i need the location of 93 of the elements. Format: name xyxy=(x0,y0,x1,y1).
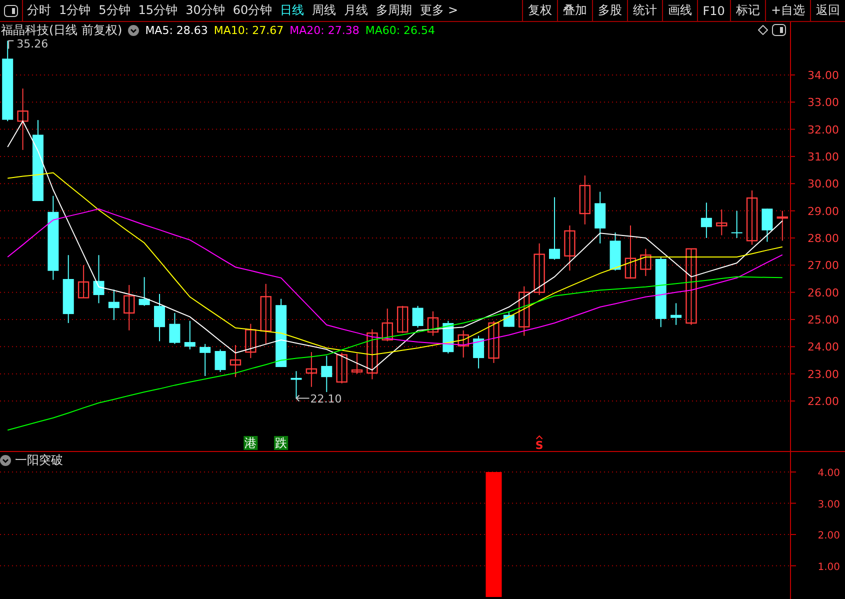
candlestick xyxy=(549,196,560,260)
candlestick xyxy=(306,352,318,388)
candlestick xyxy=(169,312,180,344)
candlestick xyxy=(579,174,590,225)
candlestick xyxy=(245,323,256,359)
axis-label: 33.00 xyxy=(808,96,839,110)
axis-label: 4.00 xyxy=(818,468,840,479)
legend-label: MA20: 27.38 xyxy=(290,24,360,36)
legend-label: MA10: 27.67 xyxy=(214,24,284,36)
candlestick xyxy=(321,355,332,393)
collapse-icon[interactable] xyxy=(0,454,11,466)
leader-line xyxy=(296,394,310,402)
axis-label: 30.00 xyxy=(808,178,839,191)
period-tab[interactable]: 周线 xyxy=(312,2,336,19)
candlestick xyxy=(184,320,196,350)
price-label: 22.10 xyxy=(310,392,342,406)
signal-tag: 港 xyxy=(244,436,258,450)
candlestick xyxy=(290,370,302,399)
period-tab[interactable]: 1分钟 xyxy=(59,2,91,19)
candlestick xyxy=(564,224,576,272)
candlestick xyxy=(382,308,393,342)
legend-label: MA5: 28.63 xyxy=(145,24,208,36)
candlestick xyxy=(93,254,104,304)
period-tab[interactable]: 30分钟 xyxy=(186,2,225,19)
axis-label: 2.00 xyxy=(818,530,840,542)
candlestick xyxy=(776,210,788,242)
axis-label: 26.00 xyxy=(808,286,839,300)
axis-label: 29.00 xyxy=(808,204,839,218)
candlestick xyxy=(230,344,242,378)
candlestick xyxy=(336,352,348,384)
candlestick xyxy=(108,289,120,321)
candlestick xyxy=(412,305,424,328)
legend-label: MA60: 26.54 xyxy=(365,24,436,36)
candlestick xyxy=(534,242,545,296)
period-tab[interactable]: 60分钟 xyxy=(232,2,272,19)
candlestick xyxy=(200,343,211,376)
candlestick xyxy=(670,302,682,326)
candlestick xyxy=(276,298,287,368)
candlestick xyxy=(594,191,606,244)
axis-label: 3.00 xyxy=(818,499,840,510)
candlestick xyxy=(473,335,484,369)
candlestick xyxy=(366,328,378,380)
leader-line xyxy=(8,40,14,50)
candlestick xyxy=(716,208,728,236)
price-label: 35.26 xyxy=(16,38,48,51)
axis-label: 27.00 xyxy=(808,259,839,272)
indicator-title: 一阳突破 xyxy=(15,452,63,468)
candlestick xyxy=(427,310,439,336)
period-tab[interactable]: 日线 xyxy=(280,2,304,19)
axis-label: 23.00 xyxy=(808,368,839,381)
axis-label: 1.00 xyxy=(818,562,840,573)
candlestick xyxy=(138,276,150,306)
candlestick xyxy=(458,330,469,358)
candlestick xyxy=(351,352,363,374)
period-tab[interactable]: 月线 xyxy=(344,2,368,19)
candlestick xyxy=(700,202,712,238)
period-tab[interactable]: 5分钟 xyxy=(98,2,130,19)
axis-label: 22.00 xyxy=(808,395,839,408)
axis-label: 32.00 xyxy=(808,123,839,136)
period-tab[interactable]: 更多 > xyxy=(420,2,458,19)
candlestick xyxy=(746,190,758,246)
axis-label: 31.00 xyxy=(808,150,839,164)
axis-label: 28.00 xyxy=(808,232,839,245)
candlestick xyxy=(624,224,636,280)
candlestick xyxy=(17,88,28,150)
candlestick xyxy=(488,320,500,364)
candlestick xyxy=(731,210,742,238)
candlestick xyxy=(655,256,666,328)
stock-title: 福晶科技(日线 前复权) xyxy=(1,22,122,38)
diamond-icon[interactable] xyxy=(758,25,768,35)
panel-toggle-icon[interactable] xyxy=(4,4,18,16)
candlestick xyxy=(154,293,166,342)
panel-toggle-icon[interactable] xyxy=(772,24,786,36)
candlestick xyxy=(62,254,74,324)
candlestick xyxy=(640,248,652,277)
candlestick xyxy=(518,286,530,336)
candlestick xyxy=(762,208,773,242)
candlestick xyxy=(78,264,90,298)
candlestick xyxy=(610,232,621,272)
candlestick xyxy=(503,310,514,328)
axis-label: 25.00 xyxy=(808,314,839,326)
axis-label: 34.00 xyxy=(808,68,839,82)
candlestick xyxy=(214,348,226,372)
dropdown-icon[interactable] xyxy=(128,24,140,36)
candlestick xyxy=(397,305,408,334)
candlestick xyxy=(124,284,135,331)
candlestick xyxy=(260,283,272,344)
axis-label: 24.00 xyxy=(808,340,839,354)
annotation: S xyxy=(535,439,544,452)
period-tab[interactable]: 多周期 xyxy=(376,2,412,19)
period-tab[interactable]: 15分钟 xyxy=(138,2,178,19)
signal-tag: 跌 xyxy=(274,436,288,450)
period-tab[interactable]: 分时 xyxy=(27,2,51,19)
